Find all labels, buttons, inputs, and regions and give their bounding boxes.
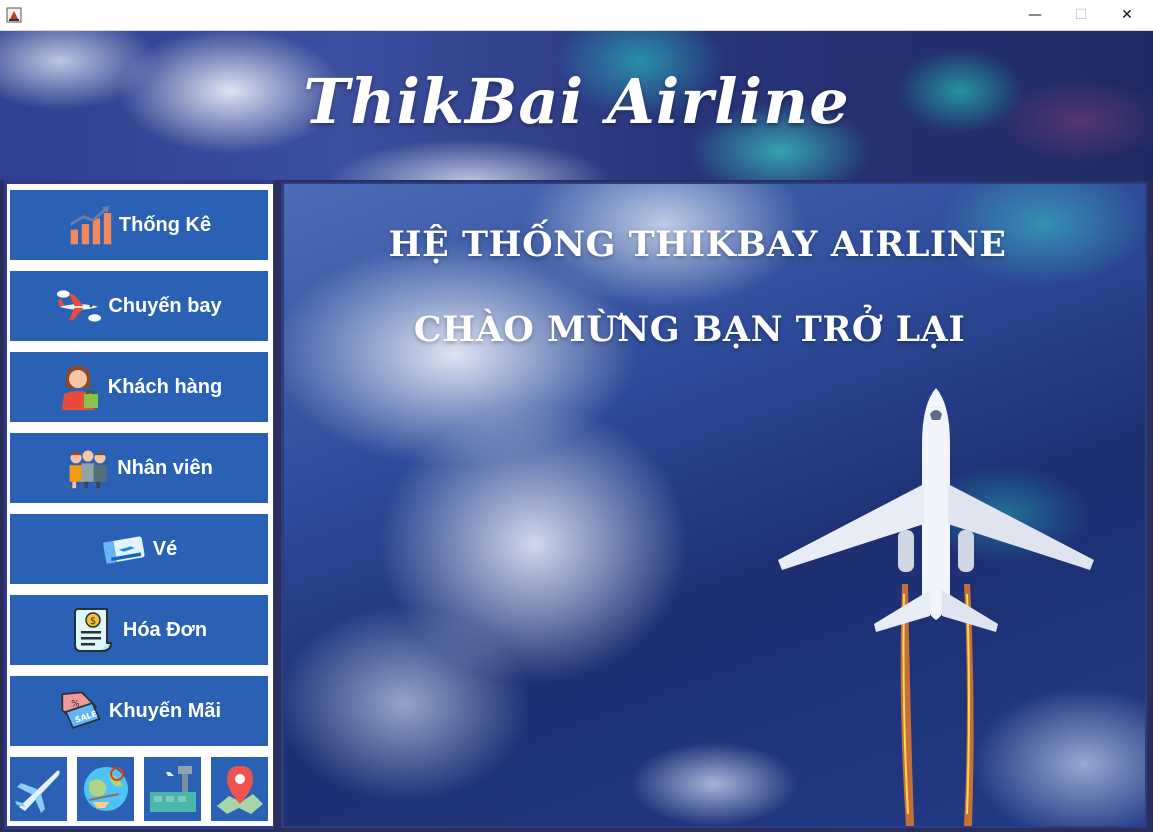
menu-chuyen-bay-label: Chuyến bay — [108, 294, 222, 317]
minimize-button[interactable]: — — [1012, 0, 1058, 30]
maximize-button[interactable]: ☐ — [1058, 0, 1104, 30]
app-title: ThikBai Airline — [303, 65, 850, 138]
customer-shopping-icon — [56, 364, 102, 410]
map-pin-icon — [216, 766, 263, 814]
invoice-icon: $ — [71, 607, 117, 653]
ticket-icon — [101, 526, 147, 572]
bottom-airplane-button[interactable] — [10, 757, 67, 821]
airplane-clouds-icon — [56, 283, 102, 329]
menu-hoa-don-label: Hóa Đơn — [122, 618, 208, 641]
svg-text:$: $ — [90, 616, 96, 627]
menu-nhan-vien-label: Nhân viên — [117, 456, 213, 479]
header-banner: ThikBai Airline — [0, 31, 1153, 180]
bottom-airport-button[interactable] — [144, 757, 201, 821]
staff-group-icon — [65, 445, 111, 491]
travel-globe-icon — [83, 767, 128, 811]
menu-chuyen-bay-button[interactable]: Chuyến bay — [10, 271, 268, 341]
menu-khuyen-mai-label: Khuyến Mãi — [108, 699, 222, 722]
menu-ve-button[interactable]: Vé — [10, 514, 268, 584]
window-titlebar: — ☐ ✕ — [0, 0, 1153, 31]
system-headline: HỆ THỐNG THIKBAY AIRLINE — [388, 224, 1007, 265]
bottom-location-button[interactable] — [211, 757, 268, 821]
menu-thong-ke-label: Thống Kê — [118, 213, 212, 236]
bottom-travel-button[interactable] — [77, 757, 134, 821]
menu-thong-ke-button[interactable]: Thống Kê — [10, 190, 268, 260]
welcome-back-headline: CHÀO MỪNG BẠN TRỞ LẠI — [413, 309, 966, 350]
airplane-illustration — [778, 388, 1094, 826]
airport-icon — [149, 766, 196, 812]
menu-hoa-don-button[interactable]: $ Hóa Đơn — [10, 595, 268, 665]
close-button[interactable]: ✕ — [1104, 0, 1150, 30]
main-welcome-panel: HỆ THỐNG THIKBAY AIRLINE CHÀO MỪNG BẠN T… — [284, 184, 1145, 826]
menu-khach-hang-button[interactable]: Khách hàng — [10, 352, 268, 422]
airplane-icon — [14, 770, 60, 813]
menu-ve-label: Vé — [152, 537, 178, 560]
bar-chart-growth-icon — [67, 202, 113, 248]
java-app-icon — [6, 7, 22, 23]
sale-tag-icon: % SALE — [57, 688, 103, 734]
menu-nhan-vien-button[interactable]: Nhân viên — [10, 433, 268, 503]
menu-khuyen-mai-button[interactable]: % SALE Khuyến Mãi — [10, 676, 268, 746]
menu-khach-hang-label: Khách hàng — [107, 375, 223, 398]
